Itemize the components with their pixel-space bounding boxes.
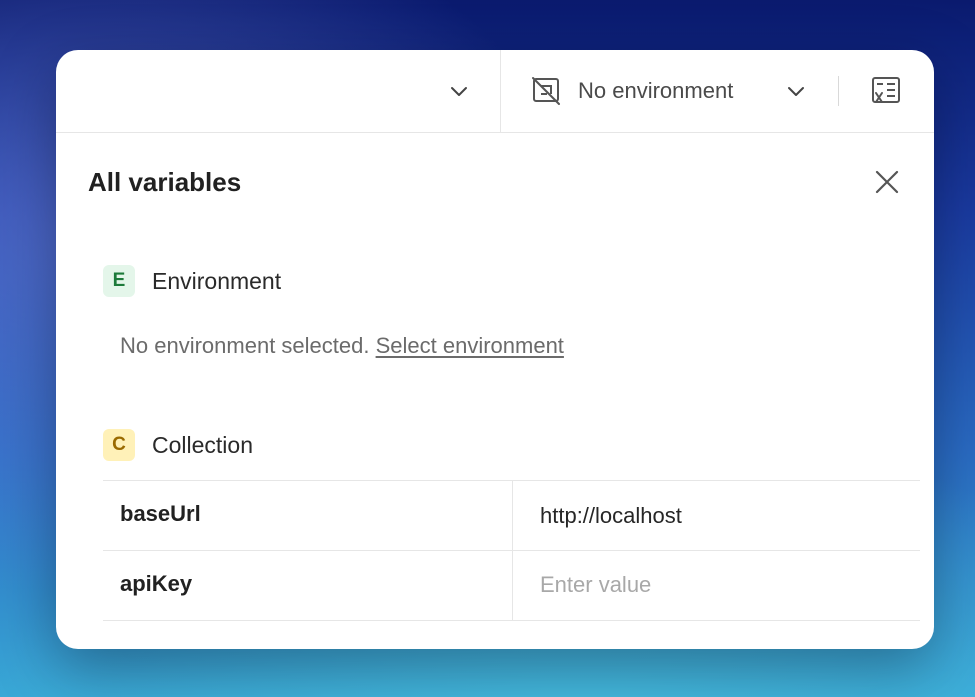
select-environment-link[interactable]: Select environment <box>376 333 564 358</box>
chevron-down-icon[interactable] <box>449 81 469 101</box>
no-environment-message: No environment selected. Select environm… <box>120 333 564 359</box>
environment-section-label: Environment <box>152 268 282 294</box>
toolbar-divider <box>500 50 501 132</box>
close-icon[interactable] <box>874 169 900 195</box>
variable-value-input[interactable] <box>528 567 932 603</box>
empty-message-text: No environment selected. <box>120 333 370 358</box>
table-column-divider <box>512 480 513 621</box>
collection-section-label: Collection <box>152 432 253 458</box>
collection-variables-table: baseUrl http://localhost apiKey <box>103 480 932 621</box>
toolbar-short-divider <box>838 76 839 106</box>
environment-badge: E <box>103 265 135 297</box>
variable-key[interactable]: baseUrl <box>120 501 201 527</box>
variable-value[interactable]: http://localhost <box>540 503 682 529</box>
environment-chevron-down-icon[interactable] <box>786 81 806 101</box>
no-environment-icon[interactable] <box>531 76 561 106</box>
variable-key[interactable]: apiKey <box>120 571 192 597</box>
panel-title: All variables <box>88 167 242 197</box>
collection-badge: C <box>103 429 135 461</box>
environment-selector-label[interactable]: No environment <box>578 78 733 104</box>
top-toolbar: No environment <box>56 50 934 133</box>
variables-icon[interactable] <box>870 76 902 106</box>
all-variables-panel: No environment All variables E Environme… <box>56 50 934 649</box>
